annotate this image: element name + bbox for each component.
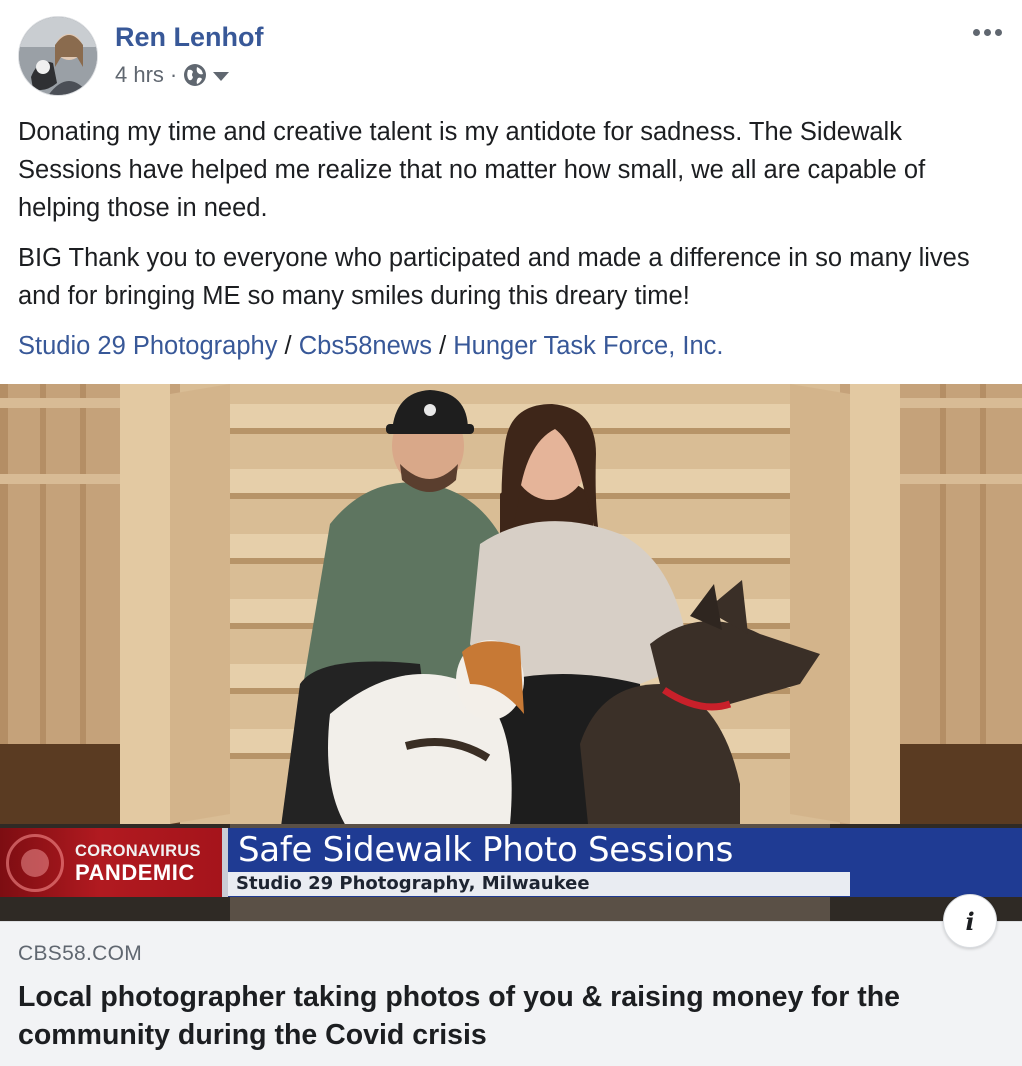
facebook-post: Ren Lenhof 4 hrs · Donating my time and … [0, 0, 1022, 1066]
post-paragraph: BIG Thank you to everyone who participat… [18, 244, 970, 310]
virus-icon [6, 834, 64, 892]
chevron-down-icon[interactable] [213, 71, 230, 81]
post-timestamp[interactable]: 4 hrs [115, 62, 164, 88]
more-dot [983, 28, 991, 36]
meta-separator: · [169, 62, 178, 87]
banner-headline-bar: Safe Sidewalk Photo Sessions Studio 29 P… [222, 828, 1022, 897]
more-options-icon[interactable] [970, 22, 1004, 42]
tag-link-cbs58news[interactable]: Cbs58news [299, 332, 432, 360]
link-domain: CBS58.COM [18, 942, 143, 965]
banner-subline-bar: Studio 29 Photography, Milwaukee [228, 872, 850, 896]
info-icon[interactable]: i [943, 894, 997, 948]
author-name[interactable]: Ren Lenhof [115, 22, 264, 53]
post-paragraph: Donating my time and creative talent is … [18, 118, 926, 222]
news-lower-third: CORONAVIRUS PANDEMIC Safe Sidewalk Photo… [0, 828, 1022, 897]
link-preview-caption[interactable]: CBS58.COM Local photographer taking phot… [0, 921, 1022, 1066]
pandemic-badge: CORONAVIRUS PANDEMIC [0, 828, 222, 897]
globe-icon[interactable] [183, 63, 207, 87]
tag-link-hunger-task-force[interactable]: Hunger Task Force, Inc. [453, 332, 723, 360]
more-dot [994, 28, 1002, 36]
banner-subline: Studio 29 Photography, Milwaukee [236, 873, 590, 894]
info-icon-label: i [965, 906, 975, 936]
author-avatar[interactable] [18, 16, 98, 96]
tag-link-studio-29[interactable]: Studio 29 Photography [18, 332, 277, 360]
tag-separator: / [284, 332, 299, 360]
tagged-pages: Studio 29 Photography / Cbs58news / Hung… [18, 327, 723, 365]
post-meta: 4 hrs · [115, 62, 230, 88]
more-dot [972, 28, 980, 36]
link-title: Local photographer taking photos of you … [18, 981, 900, 1051]
banner-pandemic-label: PANDEMIC [75, 860, 195, 885]
tag-separator: / [439, 332, 454, 360]
post-text: Donating my time and creative talent is … [18, 113, 998, 327]
banner-headline: Safe Sidewalk Photo Sessions [238, 830, 734, 870]
banner-coronavirus-label: CORONAVIRUS [75, 842, 201, 860]
